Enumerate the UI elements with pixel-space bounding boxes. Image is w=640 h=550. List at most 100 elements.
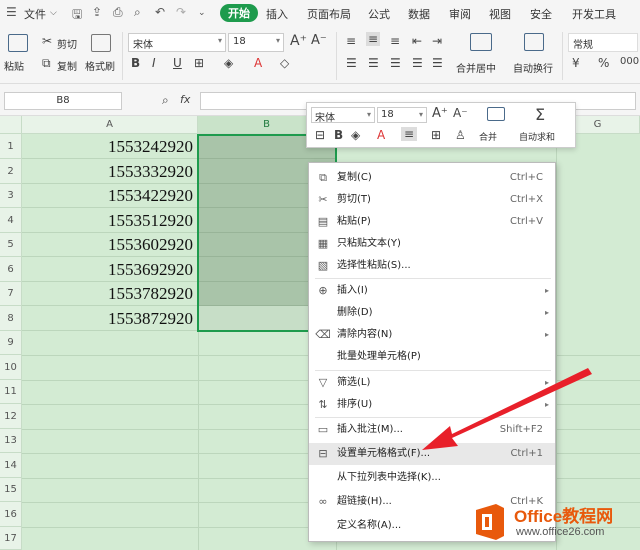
- cell-a2[interactable]: 1553332920: [22, 159, 198, 184]
- zoom-icon[interactable]: ⌕: [162, 93, 169, 108]
- align-center-icon[interactable]: ≡: [401, 127, 418, 141]
- undo-icon[interactable]: ↶: [155, 5, 165, 19]
- fill-color-icon[interactable]: ◈: [224, 56, 233, 70]
- row-header[interactable]: 17: [0, 527, 22, 550]
- row-header[interactable]: 9: [0, 331, 22, 355]
- row-header[interactable]: 4: [0, 208, 22, 233]
- fill-color-icon[interactable]: ◈: [351, 128, 360, 142]
- tab-data[interactable]: 数据: [408, 6, 430, 22]
- cell-a1[interactable]: 1553242920: [22, 134, 198, 159]
- font-name-select[interactable]: 宋体 ▾: [128, 33, 226, 52]
- menu-item-insert[interactable]: ⊕ 插入(I) ▸: [309, 280, 555, 302]
- format-painter-icon[interactable]: [91, 34, 111, 52]
- border-icon[interactable]: ⊞: [194, 56, 204, 70]
- align-center-icon[interactable]: ☰: [368, 56, 379, 70]
- menu-item-dropdown-pick[interactable]: 从下拉列表中选择(K)...: [309, 467, 555, 489]
- row-header[interactable]: 6: [0, 257, 22, 282]
- format-painter-icon[interactable]: ♙: [455, 128, 466, 142]
- row-header[interactable]: 8: [0, 306, 22, 331]
- row-header[interactable]: 16: [0, 502, 22, 527]
- tab-developer[interactable]: 开发工具: [572, 6, 616, 22]
- row-header[interactable]: 10: [0, 355, 22, 380]
- indent-left-icon[interactable]: ⇤: [412, 34, 422, 48]
- align-left-icon[interactable]: ☰: [346, 56, 357, 70]
- align-middle-icon[interactable]: ≡: [366, 32, 381, 46]
- copy-button[interactable]: 复制: [57, 58, 77, 73]
- format-painter-button[interactable]: 格式刷: [85, 58, 115, 73]
- redo-icon[interactable]: ↷: [176, 5, 186, 19]
- tab-page-layout[interactable]: 页面布局: [307, 6, 351, 22]
- autosum-button[interactable]: 自动求和: [519, 130, 555, 143]
- row-header[interactable]: 3: [0, 184, 22, 208]
- clear-icon[interactable]: ◇: [280, 56, 289, 70]
- print-icon[interactable]: ⎙: [113, 5, 123, 20]
- menu-item-batch[interactable]: 批量处理单元格(P): [309, 346, 555, 368]
- wrap-text-button[interactable]: 自动换行: [513, 60, 553, 75]
- tab-insert[interactable]: 插入: [266, 6, 288, 22]
- distribute-icon[interactable]: ☰: [432, 56, 443, 70]
- cell-a7[interactable]: 1553782920: [22, 282, 198, 306]
- decrease-font-icon[interactable]: A⁻: [453, 106, 468, 120]
- menu-item-cut[interactable]: ✂ 剪切(T) Ctrl+X: [309, 189, 555, 211]
- align-top-icon[interactable]: ≡: [346, 34, 356, 48]
- merge-icon[interactable]: [470, 33, 492, 51]
- row-header[interactable]: 13: [0, 429, 22, 453]
- border-icon[interactable]: ⊞: [431, 128, 441, 142]
- menu-item-copy[interactable]: ⧉ 复制(C) Ctrl+C: [309, 167, 555, 189]
- row-header[interactable]: 7: [0, 282, 22, 306]
- row-header[interactable]: 11: [0, 380, 22, 404]
- save-icon[interactable]: 🖫: [72, 5, 82, 26]
- column-header-a[interactable]: A: [22, 116, 198, 134]
- menu-item-filter[interactable]: ▽ 筛选(L) ▸: [309, 372, 555, 394]
- tab-review[interactable]: 审阅: [449, 6, 471, 22]
- increase-font-icon[interactable]: A⁺: [290, 33, 307, 49]
- row-header[interactable]: 2: [0, 159, 22, 184]
- scissors-icon[interactable]: ✂: [42, 34, 52, 48]
- menu-item-paste-special[interactable]: ▧ 选择性粘贴(S)...: [309, 255, 555, 277]
- underline-button[interactable]: U: [173, 56, 182, 70]
- bold-button[interactable]: B: [131, 56, 140, 70]
- mini-font-name-select[interactable]: 宋体 ▾: [311, 107, 375, 124]
- tab-home[interactable]: 开始: [220, 4, 258, 22]
- paste-button[interactable]: 粘贴: [4, 58, 24, 73]
- bold-button[interactable]: B: [334, 128, 343, 142]
- merge-icon[interactable]: [487, 107, 505, 121]
- font-color-icon[interactable]: A: [377, 128, 385, 142]
- indent-right-icon[interactable]: ⇥: [432, 34, 442, 48]
- menu-item-delete[interactable]: 删除(D) ▸: [309, 302, 555, 324]
- select-all-corner[interactable]: [0, 116, 22, 134]
- font-size-select[interactable]: 18 ▾: [228, 33, 284, 52]
- thousands-icon[interactable]: 000: [620, 56, 639, 67]
- cell-a4[interactable]: 1553512920: [22, 208, 198, 233]
- row-header[interactable]: 5: [0, 233, 22, 257]
- row-header[interactable]: 1: [0, 134, 22, 159]
- row-header[interactable]: 12: [0, 404, 22, 429]
- menu-item-format-cells[interactable]: ⊟ 设置单元格格式(F)... Ctrl+1: [309, 443, 555, 465]
- customize-icon[interactable]: ⌄: [198, 8, 206, 18]
- menu-item-paste-text[interactable]: ▦ 只粘贴文本(Y): [309, 233, 555, 255]
- justify-icon[interactable]: ☰: [412, 56, 423, 70]
- menu-item-clear[interactable]: ⌫ 清除内容(N) ▸: [309, 324, 555, 346]
- cell-a6[interactable]: 1553692920: [22, 257, 198, 282]
- hamburger-menu-icon[interactable]: ☰: [6, 5, 17, 19]
- row-header[interactable]: 14: [0, 453, 22, 478]
- increase-font-icon[interactable]: A⁺: [432, 106, 448, 121]
- align-right-icon[interactable]: ☰: [390, 56, 401, 70]
- wrap-text-icon[interactable]: [524, 33, 544, 51]
- paste-icon[interactable]: [8, 34, 28, 52]
- export-icon[interactable]: ⇪: [92, 5, 102, 19]
- mini-font-size-select[interactable]: 18 ▾: [377, 107, 427, 123]
- currency-icon[interactable]: ¥: [572, 56, 580, 70]
- cell-a8[interactable]: 1553872920: [22, 306, 198, 331]
- merge-center-button[interactable]: 合并居中: [456, 60, 496, 75]
- menu-item-comment[interactable]: ▭ 插入批注(M)... Shift+F2: [309, 419, 555, 441]
- chevron-down-icon[interactable]: ⌵: [50, 8, 57, 18]
- tab-formula[interactable]: 公式: [368, 6, 390, 22]
- tab-security[interactable]: 安全: [530, 6, 552, 22]
- cell-a5[interactable]: 1553602920: [22, 233, 198, 257]
- file-menu[interactable]: 文件: [24, 6, 46, 22]
- percent-icon[interactable]: %: [598, 56, 609, 70]
- copy-icon[interactable]: ⧉: [42, 56, 51, 71]
- cell-a3[interactable]: 1553422920: [22, 184, 198, 208]
- format-icon[interactable]: ⊟: [315, 128, 325, 142]
